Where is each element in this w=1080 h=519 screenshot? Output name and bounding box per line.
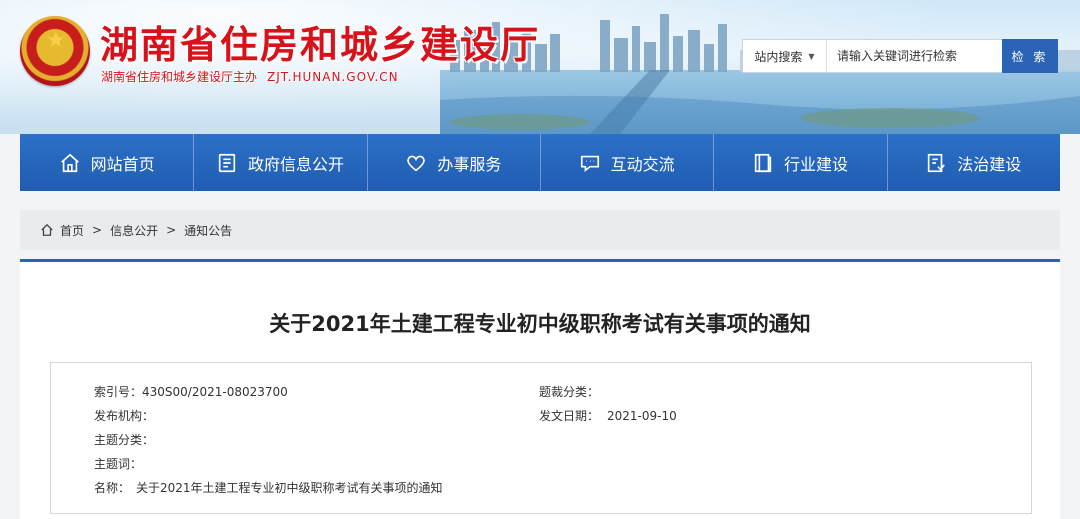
meta-label: 名称： (94, 481, 131, 495)
law-icon (925, 152, 947, 174)
breadcrumb-separator: > (166, 223, 177, 237)
header-banner: ★ 湖南省住房和城乡建设厅 湖南省住房和城乡建设厅主办 ZJT.HUNAN.GOV… (0, 0, 1080, 134)
search-scope-label: 站内搜索 (754, 49, 803, 64)
meta-label: 发文日期： (539, 409, 600, 423)
meta-value: 430S00/2021-08023700 (142, 385, 288, 399)
meta-publisher: 发布机构： (94, 407, 154, 424)
nav-item-label: 行业建设 (783, 154, 848, 174)
meta-date: 发文日期： 2021-09-10 (539, 407, 677, 424)
site-search: 站内搜索 ▼ 检 索 (742, 39, 1058, 73)
book-icon (752, 152, 774, 174)
breadcrumb-notices[interactable]: 通知公告 (184, 222, 232, 239)
nav-item-label: 办事服务 (437, 154, 502, 174)
nav-item-gov-info[interactable]: 政府信息公开 (193, 134, 366, 191)
meta-keywords: 主题词： (94, 455, 142, 472)
site-title: 湖南省住房和城乡建设厅 (100, 22, 541, 67)
meta-label: 题裁分类： (539, 385, 600, 399)
home-icon (59, 152, 81, 174)
chat-icon (579, 152, 601, 174)
heart-icon (405, 152, 427, 174)
meta-theme-category: 题裁分类： (539, 383, 599, 400)
meta-index: 索引号：430S00/2021-08023700 (94, 383, 288, 400)
search-scope-select[interactable]: 站内搜索 ▼ (743, 40, 827, 72)
nav-item-services[interactable]: 办事服务 (366, 134, 540, 191)
nav-item-label: 政府信息公开 (247, 154, 344, 174)
site-subtitle: 湖南省住房和城乡建设厅主办 ZJT.HUNAN.GOV.CN (101, 68, 399, 85)
search-button[interactable]: 检 索 (1002, 39, 1058, 73)
nav-item-law[interactable]: 法治建设 (886, 134, 1060, 191)
nav-item-home[interactable]: 网站首页 (20, 134, 193, 191)
meta-label: 主题词： (94, 457, 143, 471)
search-input[interactable] (827, 40, 1002, 72)
breadcrumb-home[interactable]: 首页 (60, 222, 84, 239)
nav-item-industry[interactable]: 行业建设 (713, 134, 886, 191)
article-meta-table: 索引号：430S00/2021-08023700 题裁分类： 发布机构： 发文日… (50, 362, 1032, 514)
breadcrumb-info-public[interactable]: 信息公开 (110, 222, 158, 239)
nav-item-label: 网站首页 (90, 154, 155, 174)
home-icon (41, 223, 53, 236)
meta-name: 名称： 关于2021年土建工程专业初中级职称考试有关事项的通知 (94, 479, 443, 496)
article-title: 关于2021年土建工程专业初中级职称考试有关事项的通知 (269, 312, 811, 336)
article-panel: 关于2021年土建工程专业初中级职称考试有关事项的通知 索引号：430S00/2… (20, 259, 1060, 519)
nav-item-interaction[interactable]: 互动交流 (539, 134, 713, 191)
document-icon (216, 152, 238, 174)
nav-item-label: 法治建设 (957, 154, 1022, 174)
meta-label: 发布机构： (94, 409, 155, 423)
site-sponsor-text: 湖南省住房和城乡建设厅主办 (101, 70, 258, 84)
meta-value: 2021-09-10 (607, 409, 677, 423)
main-nav: 网站首页 政府信息公开 办事服务 互动交流 行业建设 法治建设 (20, 134, 1060, 191)
meta-label: 索引号： (94, 385, 143, 399)
breadcrumb-separator: > (92, 223, 103, 237)
meta-label: 主题分类： (94, 433, 155, 447)
meta-value: 关于2021年土建工程专业初中级职称考试有关事项的通知 (136, 481, 443, 495)
nav-item-label: 互动交流 (610, 154, 675, 174)
site-domain-text: ZJT.HUNAN.GOV.CN (267, 70, 399, 84)
breadcrumb: 首页 > 信息公开 > 通知公告 (20, 210, 1060, 250)
emblem-star-icon: ★ (46, 28, 66, 53)
chevron-down-icon: ▼ (808, 51, 815, 61)
meta-topic-category: 主题分类： (94, 431, 154, 448)
